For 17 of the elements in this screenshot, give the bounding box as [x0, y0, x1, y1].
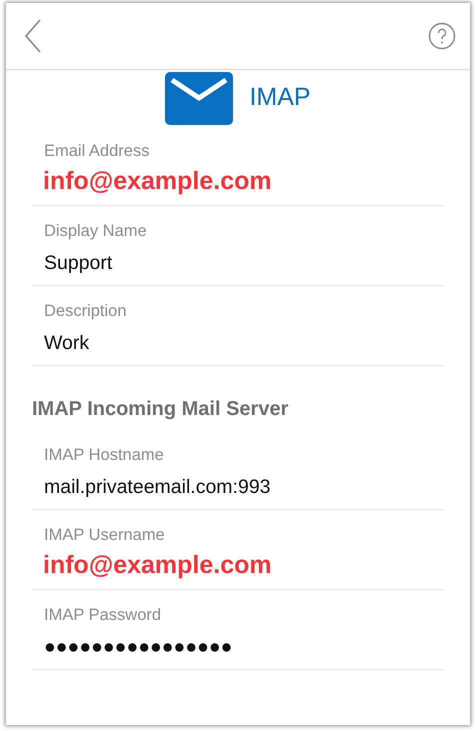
- field-label: IMAP Password: [44, 605, 162, 626]
- field-value[interactable]: Work: [44, 330, 432, 356]
- help-icon[interactable]: [428, 22, 456, 50]
- account-type-title: IMAP: [249, 82, 311, 114]
- field-label: Display Name: [44, 221, 148, 242]
- field-value[interactable]: mail.privateemail.com:993: [44, 474, 432, 500]
- field-label: Description: [44, 301, 128, 322]
- field-value[interactable]: Support: [44, 250, 432, 276]
- field-value[interactable]: ●●●●●●●●●●●●●●●●: [44, 634, 432, 660]
- field-label: IMAP Hostname: [44, 445, 165, 466]
- field-label: IMAP Username: [44, 525, 166, 546]
- section-heading: IMAP Incoming Mail Server: [32, 397, 290, 422]
- annotated-field-value[interactable]: info@example.com: [43, 166, 432, 196]
- back-icon[interactable]: [24, 18, 42, 54]
- mail-icon: [165, 72, 234, 124]
- field-label: Email Address: [44, 141, 150, 162]
- annotated-field-value[interactable]: info@example.com: [43, 550, 432, 580]
